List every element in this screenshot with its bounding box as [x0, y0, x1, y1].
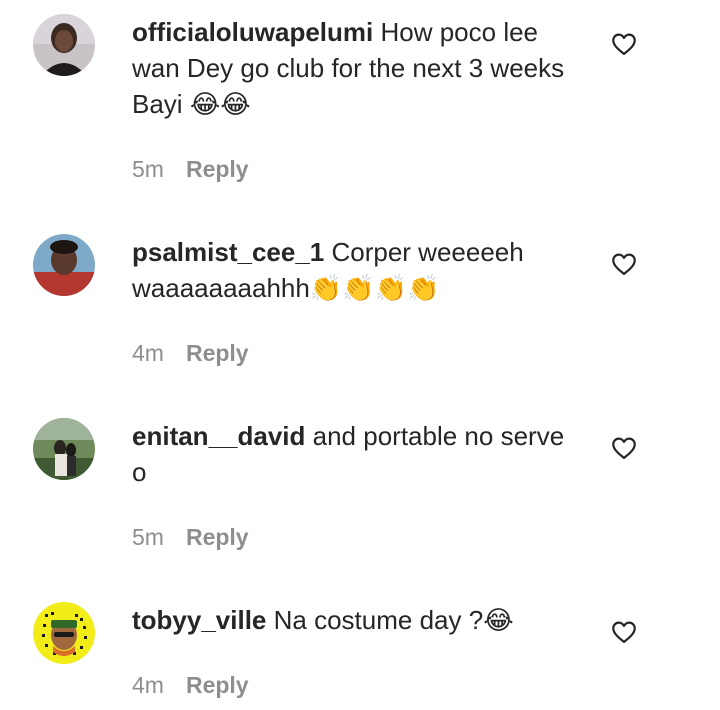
comment-username[interactable]: enitan__david [132, 421, 305, 451]
reply-button[interactable]: Reply [186, 156, 249, 182]
reply-button[interactable]: Reply [186, 524, 249, 550]
avatar[interactable] [33, 14, 95, 76]
heart-outline-icon[interactable] [610, 30, 638, 58]
comment-text: psalmist_cee_1 Corper weeeeeh waaaaaaaah… [132, 234, 572, 307]
comment-meta: 4m Reply [132, 338, 249, 368]
comment-text: officialoluwapelumi How poco lee wan Dey… [132, 14, 572, 123]
heart-outline-icon[interactable] [610, 250, 638, 278]
comment-meta: 5m Reply [132, 154, 249, 184]
avatar[interactable] [33, 234, 95, 296]
avatar[interactable] [33, 418, 95, 480]
comment-body: Na costume day ? [273, 605, 484, 635]
comment-text: tobyy_ville Na costume day ?😂 [132, 602, 572, 639]
comment-username[interactable]: psalmist_cee_1 [132, 237, 324, 267]
comment-username[interactable]: tobyy_ville [132, 605, 266, 635]
comment-timestamp: 5m [132, 524, 164, 550]
reply-button[interactable]: Reply [186, 672, 249, 698]
comment-timestamp: 5m [132, 156, 164, 182]
comment-emoji: 😂 [483, 606, 514, 636]
avatar[interactable] [33, 602, 95, 664]
comment-username[interactable]: officialoluwapelumi [132, 17, 373, 47]
comment-emoji: 👏👏👏👏 [309, 274, 440, 304]
comment-timestamp: 4m [132, 672, 164, 698]
comment-timestamp: 4m [132, 340, 164, 366]
heart-outline-icon[interactable] [610, 618, 638, 646]
heart-outline-icon[interactable] [610, 434, 638, 462]
comment-meta: 4m Reply [132, 670, 249, 700]
reply-button[interactable]: Reply [186, 340, 249, 366]
comment-meta: 5m Reply [132, 522, 249, 552]
comment-emoji: 😂😂 [189, 90, 251, 120]
comment-text: enitan__david and portable no serve o [132, 418, 572, 490]
